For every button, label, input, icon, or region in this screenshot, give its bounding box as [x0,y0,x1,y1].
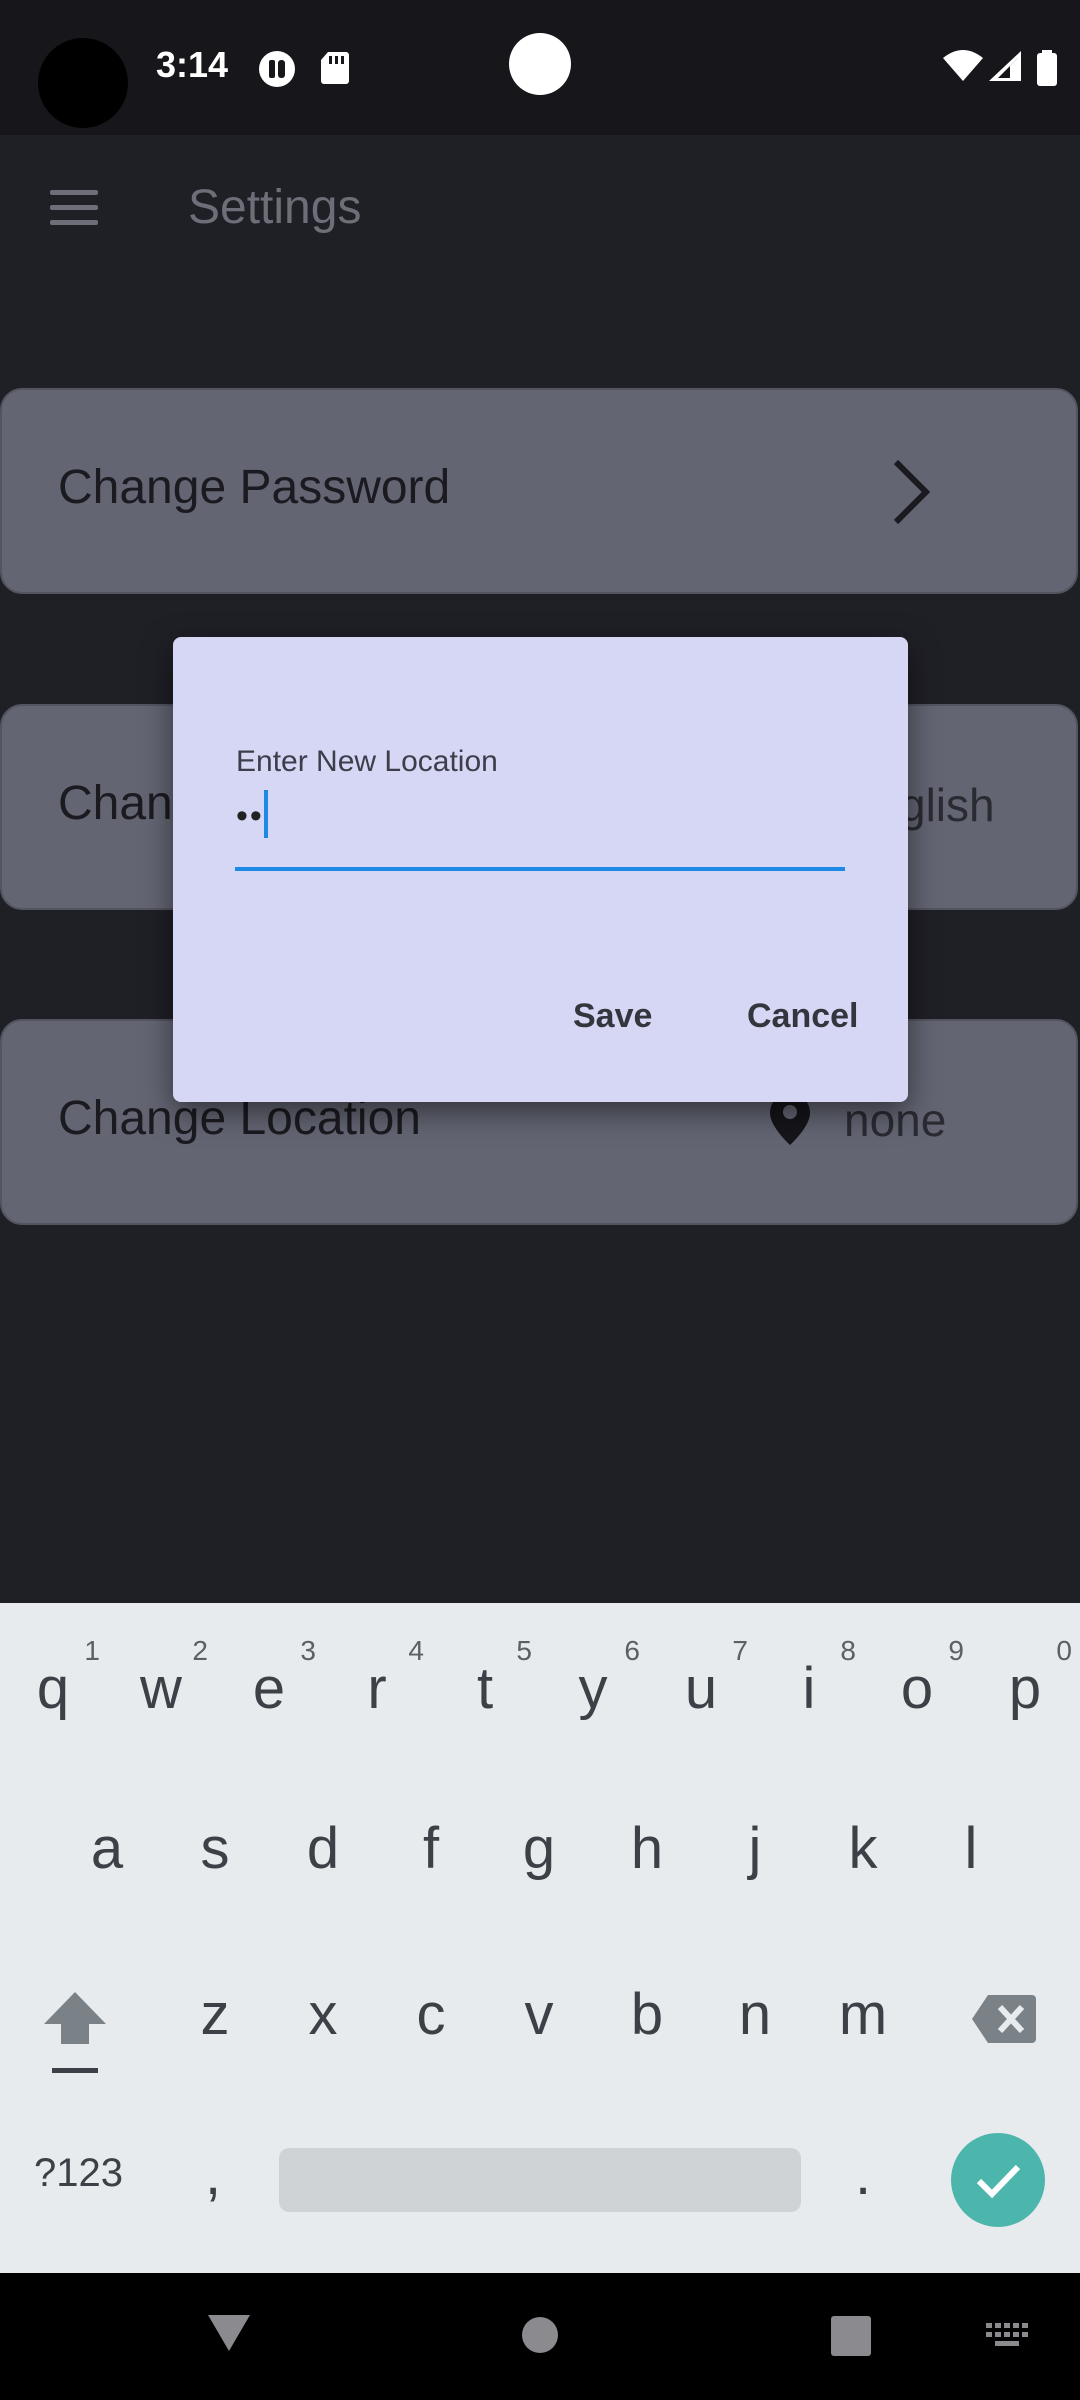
key-l[interactable]: l [926,1815,1016,1882]
key-period[interactable]: . [855,2141,871,2208]
key-p[interactable]: p0 [980,1635,1072,1722]
key-o[interactable]: o9 [872,1635,964,1722]
key-r[interactable]: r4 [332,1635,424,1722]
change-password-card[interactable]: Change Password [0,388,1078,594]
recents-icon[interactable] [830,2315,872,2357]
wifi-icon [943,50,983,81]
symbols-key[interactable]: ?123 [34,2151,123,2196]
shift-icon[interactable] [40,1988,110,2078]
chevron-right-icon [893,459,931,525]
backspace-icon[interactable] [970,1993,1038,2045]
status-bar: 3:14 [0,0,1080,135]
key-g[interactable]: g [494,1815,584,1882]
sync-icon [259,51,295,87]
key-f[interactable]: f [386,1815,476,1882]
menu-icon[interactable] [50,190,98,226]
soft-keyboard: q1 w2 e3 r4 t5 y6 u7 i8 o9 p0 a s d f g … [0,1603,1080,2273]
key-k[interactable]: k [818,1815,908,1882]
status-time: 3:14 [156,44,229,85]
navigation-bar [0,2273,1080,2400]
save-button[interactable]: Save [573,997,652,1036]
change-password-label: Change Password [58,461,451,514]
check-icon [976,2164,1021,2199]
key-d[interactable]: d [278,1815,368,1882]
input-underline [235,867,845,871]
key-e[interactable]: e3 [224,1635,316,1722]
location-input[interactable]: •• [236,797,264,836]
cellular-signal-icon [989,51,1021,81]
key-n[interactable]: n [710,1981,800,2048]
key-h[interactable]: h [602,1815,692,1882]
cancel-button[interactable]: Cancel [747,997,859,1036]
app-bar [0,135,1080,285]
keyboard-switch-icon[interactable] [986,2323,1030,2349]
key-m[interactable]: m [818,1981,908,2048]
home-icon[interactable] [520,2315,560,2355]
key-x[interactable]: x [278,1981,368,2048]
key-j[interactable]: j [710,1815,800,1882]
key-w[interactable]: w2 [116,1635,208,1722]
battery-icon [1037,50,1057,86]
language-value: glish [900,779,995,831]
key-c[interactable]: c [386,1981,476,2048]
change-language-label: Chan [58,777,173,830]
key-y[interactable]: y6 [548,1635,641,1722]
key-t[interactable]: t5 [440,1635,532,1722]
front-camera-dot [509,33,571,95]
key-i[interactable]: i8 [764,1635,856,1722]
camera-cutout [38,38,128,128]
key-v[interactable]: v [494,1981,584,2048]
key-z[interactable]: z [170,1981,260,2048]
key-u[interactable]: u7 [656,1635,748,1722]
location-dialog: Enter New Location •• Save Cancel [173,637,908,1102]
key-q[interactable]: q1 [8,1635,100,1722]
back-icon[interactable] [206,2313,252,2353]
key-s[interactable]: s [170,1815,260,1882]
sd-card-icon [321,52,349,84]
location-field-label: Enter New Location [236,745,498,778]
key-comma[interactable]: , [205,2141,221,2208]
text-caret [264,790,268,838]
key-a[interactable]: a [62,1815,152,1882]
key-b[interactable]: b [602,1981,692,2048]
enter-key[interactable] [951,2133,1045,2227]
space-bar[interactable] [279,2148,801,2212]
page-title: Settings [188,181,362,234]
